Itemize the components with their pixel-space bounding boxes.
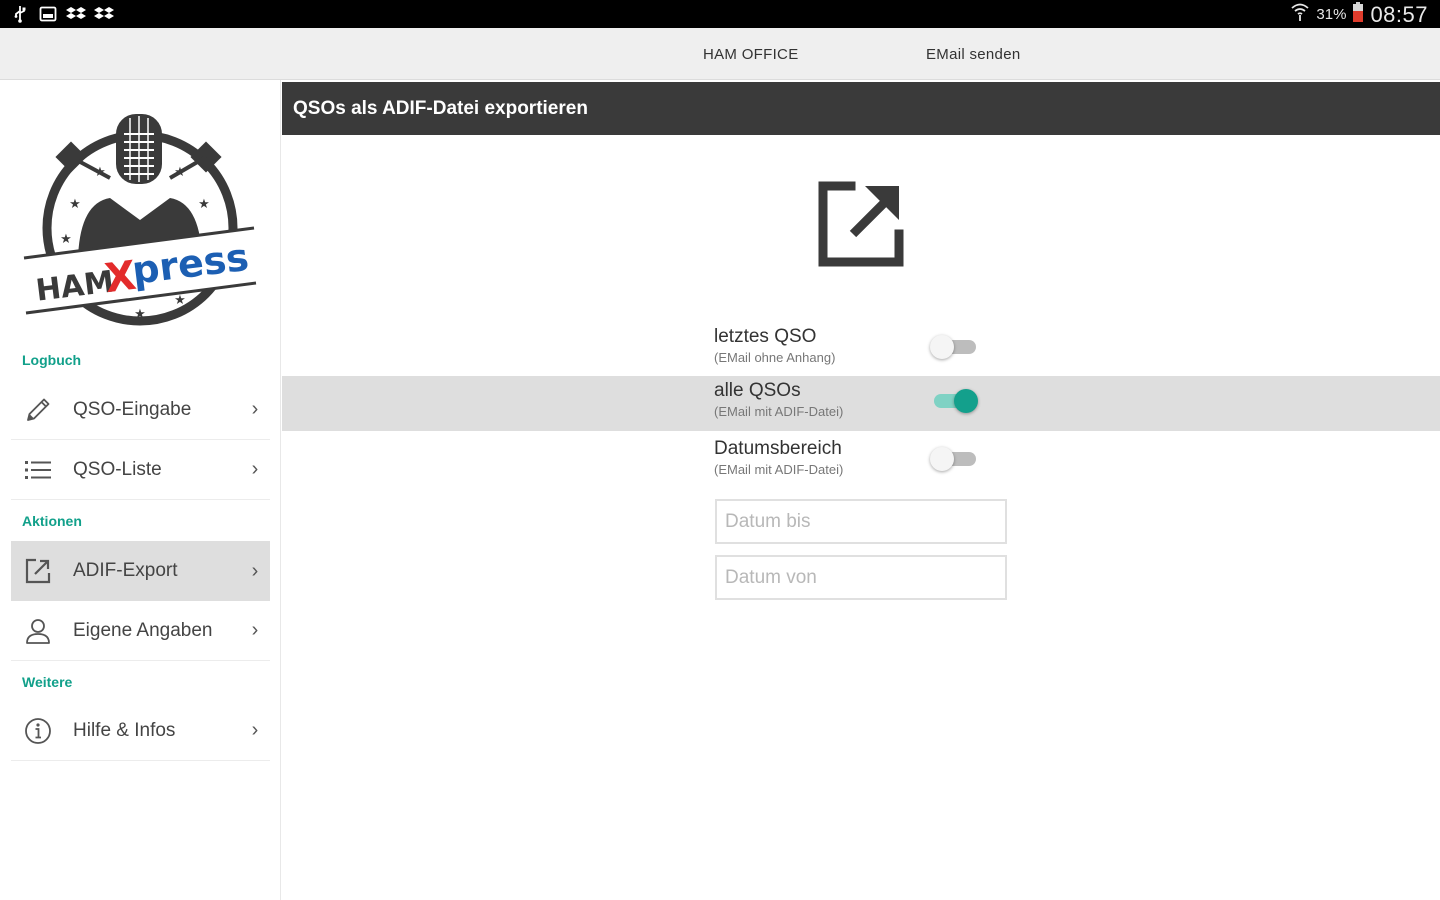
option-subtitle: (EMail ohne Anhang)	[714, 350, 836, 365]
usb-icon	[10, 4, 30, 24]
option-title: alle QSOs	[714, 380, 801, 401]
sidebar-item-qso-eingabe[interactable]: QSO-Eingabe ›	[11, 380, 270, 440]
section-label-weitere: Weitere	[22, 674, 73, 690]
chevron-right-icon: ›	[251, 398, 259, 420]
svg-text:★: ★	[198, 197, 210, 212]
section-label-logbuch: Logbuch	[22, 352, 82, 368]
option-row-all-qsos[interactable]: alle QSOs (EMail mit ADIF-Datei)	[282, 376, 1440, 431]
option-row-date-range[interactable]: Datumsbereich (EMail mit ADIF-Datei)	[282, 434, 1440, 489]
sidebar-item-eigene-angaben[interactable]: Eigene Angaben ›	[11, 601, 270, 661]
date-to-input[interactable]	[715, 499, 1007, 544]
battery-percent: 31%	[1316, 6, 1347, 23]
battery-icon	[1352, 1, 1364, 28]
sidebar-item-label: QSO-Liste	[73, 458, 162, 480]
sidebar-item-qso-liste[interactable]: QSO-Liste ›	[11, 440, 270, 500]
section-label-aktionen: Aktionen	[22, 513, 82, 529]
toggle-switch-last-qso[interactable]	[930, 334, 980, 360]
person-icon	[13, 601, 63, 661]
chevron-right-icon: ›	[251, 458, 259, 480]
svg-text:★: ★	[69, 197, 81, 212]
svg-text:★: ★	[94, 165, 106, 180]
status-bar: 31% 08:57	[0, 0, 1440, 28]
top-action-bar: HAM OFFICE EMail senden	[0, 28, 1440, 80]
svg-text:★: ★	[60, 232, 72, 247]
screenshot-icon	[38, 4, 58, 24]
chevron-right-icon: ›	[251, 619, 259, 641]
option-subtitle: (EMail mit ADIF-Datei)	[714, 404, 844, 419]
ham-office-tab[interactable]: HAM OFFICE	[703, 46, 799, 63]
dropbox-icon	[94, 4, 114, 24]
export-icon	[13, 541, 63, 601]
toggle-switch-date-range[interactable]	[930, 446, 980, 472]
toggle-switch-all-qsos[interactable]	[930, 388, 980, 414]
sidebar-item-label: Hilfe & Infos	[73, 719, 176, 741]
dropbox-icon	[66, 4, 86, 24]
wifi-icon	[1290, 2, 1310, 27]
sidebar: ★★ ★★ ★★ ★ ★★ HAM	[0, 80, 281, 900]
export-icon	[815, 178, 907, 270]
chevron-right-icon: ›	[251, 559, 259, 582]
date-from-input[interactable]	[715, 555, 1007, 600]
sidebar-item-adif-export[interactable]: ADIF-Export ›	[11, 541, 270, 601]
email-send-button[interactable]: EMail senden	[926, 46, 1021, 63]
chevron-right-icon: ›	[251, 719, 259, 741]
status-bar-right: 31% 08:57	[1290, 1, 1428, 28]
sidebar-item-label: QSO-Eingabe	[73, 398, 192, 420]
svg-text:★: ★	[174, 293, 186, 308]
hamxpress-logo: ★★ ★★ ★★ ★ ★★ HAM	[20, 108, 260, 330]
option-title: letztes QSO	[714, 326, 817, 347]
panel-header: QSOs als ADIF-Datei exportieren	[282, 82, 1440, 135]
list-icon	[13, 440, 63, 500]
svg-text:★: ★	[134, 307, 146, 322]
status-bar-left-icons	[10, 4, 114, 24]
option-row-last-qso[interactable]: letztes QSO (EMail ohne Anhang)	[282, 322, 1440, 377]
pencil-icon	[13, 380, 63, 440]
option-title: Datumsbereich	[714, 438, 842, 459]
clock: 08:57	[1370, 1, 1428, 27]
sidebar-item-hilfe-infos[interactable]: Hilfe & Infos ›	[11, 701, 270, 761]
option-subtitle: (EMail mit ADIF-Datei)	[714, 462, 844, 477]
sidebar-item-label: Eigene Angaben	[73, 619, 213, 641]
svg-text:★: ★	[174, 165, 186, 180]
page-title: QSOs als ADIF-Datei exportieren	[293, 98, 588, 119]
sidebar-item-label: ADIF-Export	[73, 560, 178, 581]
info-icon	[13, 701, 63, 761]
